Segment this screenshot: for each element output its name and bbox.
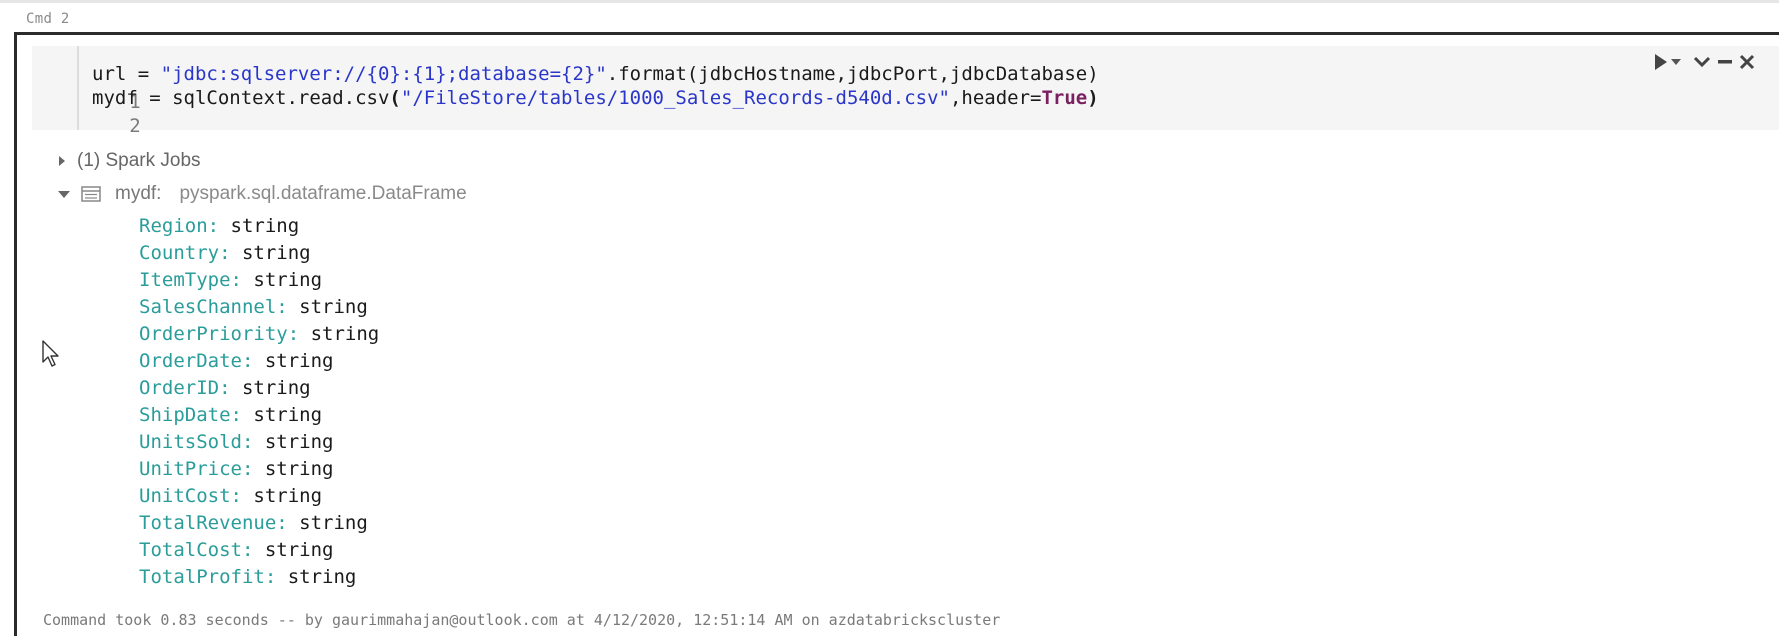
dataframe-toggle[interactable]: mydf: pyspark.sql.dataframe.DataFrame — [57, 181, 467, 207]
field-separator: : — [207, 215, 231, 237]
field-type: string — [253, 485, 323, 507]
field-separator: : — [219, 377, 242, 399]
command-label: Cmd 2 — [26, 11, 70, 27]
schema-field: TotalRevenue: string — [139, 510, 379, 537]
table-icon — [81, 186, 101, 202]
field-name: SalesChannel — [139, 296, 277, 318]
field-name: OrderID — [139, 377, 220, 399]
triangle-right-icon — [59, 156, 65, 166]
cell-toolbar — [1653, 49, 1755, 75]
mouse-pointer-icon — [42, 340, 59, 367]
dataframe-type: pyspark.sql.dataframe.DataFrame — [179, 183, 467, 204]
field-name: Country — [139, 242, 220, 264]
field-separator: : — [230, 269, 254, 291]
field-type: string — [287, 566, 357, 588]
schema-field: OrderPriority: string — [139, 321, 379, 348]
code-editor[interactable]: 1 url = "jdbc:sqlserver://{0}:{1};databa… — [32, 46, 1779, 137]
code-line-2[interactable]: 2 mydf = sqlContext.read.csv("/FileStore… — [32, 84, 1099, 137]
play-icon — [1655, 54, 1667, 70]
code-text[interactable]: mydf = sqlContext.read.csv("/FileStore/t… — [92, 84, 1099, 112]
collapse-cell-button[interactable] — [1693, 55, 1711, 69]
line-number: 2 — [129, 115, 141, 137]
notebook-cell[interactable]: 1 url = "jdbc:sqlserver://{0}:{1};databa… — [14, 32, 1779, 636]
minimize-cell-button[interactable] — [1717, 55, 1733, 69]
field-name: TotalCost — [139, 539, 242, 561]
field-name: ShipDate — [139, 404, 231, 426]
field-separator: : — [241, 539, 265, 561]
field-name: OrderDate — [139, 350, 242, 372]
schema-field: ItemType: string — [139, 267, 379, 294]
field-type: string — [241, 377, 311, 399]
schema-field: TotalProfit: string — [139, 564, 379, 591]
code-token: ( — [389, 87, 401, 109]
dataframe-name: mydf: — [115, 183, 162, 204]
schema-field: Region: string — [139, 213, 379, 240]
code-token: "jdbc:sqlserver://{0}:{1};database={2}" — [160, 63, 607, 85]
field-separator: : — [264, 566, 288, 588]
code-token: ) — [1087, 87, 1099, 109]
code-token: ,header= — [949, 87, 1042, 109]
chevron-down-icon — [1693, 56, 1711, 68]
field-type: string — [241, 242, 311, 264]
code-token: .format(jdbcHostname,jdbcPort,jdbcDataba… — [606, 63, 1099, 85]
run-cell-button[interactable] — [1653, 53, 1681, 71]
field-type: string — [230, 215, 300, 237]
schema-field: SalesChannel: string — [139, 294, 379, 321]
field-separator: : — [276, 296, 300, 318]
field-separator: : — [276, 512, 300, 534]
field-type: string — [264, 458, 334, 480]
top-divider — [0, 0, 1779, 3]
field-name: UnitCost — [139, 485, 231, 507]
code-token: mydf = sqlContext.read.csv — [92, 87, 390, 109]
code-token: "/FileStore/tables/1000_Sales_Records-d5… — [400, 87, 950, 109]
field-type: string — [299, 512, 368, 534]
schema-field: UnitCost: string — [139, 483, 379, 510]
minus-icon — [1718, 60, 1732, 64]
field-separator: : — [287, 323, 311, 345]
caret-down-icon — [1671, 59, 1681, 65]
code-token: True — [1041, 87, 1088, 109]
command-status: Command took 0.83 seconds -- by gaurimma… — [43, 611, 1001, 629]
schema-field: TotalCost: string — [139, 537, 379, 564]
field-type: string — [299, 296, 368, 318]
field-name: OrderPriority — [139, 323, 288, 345]
field-separator: : — [219, 242, 242, 264]
field-name: Region — [139, 215, 208, 237]
field-name: ItemType — [139, 269, 231, 291]
field-name: UnitsSold — [139, 431, 242, 453]
field-name: TotalProfit — [139, 566, 265, 588]
field-type: string — [310, 323, 380, 345]
code-token: url = — [92, 63, 161, 85]
field-name: UnitPrice — [139, 458, 242, 480]
field-type: string — [264, 350, 334, 372]
triangle-down-icon — [58, 191, 70, 198]
field-type: string — [264, 539, 334, 561]
schema-field: OrderDate: string — [139, 348, 379, 375]
schema-field: ShipDate: string — [139, 402, 379, 429]
field-separator: : — [230, 485, 254, 507]
delete-cell-button[interactable] — [1739, 54, 1755, 70]
spark-jobs-toggle[interactable]: (1) Spark Jobs — [57, 148, 201, 174]
schema-field: UnitPrice: string — [139, 456, 379, 483]
schema-field: Country: string — [139, 240, 379, 267]
schema-field: OrderID: string — [139, 375, 379, 402]
field-name: TotalRevenue — [139, 512, 277, 534]
schema-field: UnitsSold: string — [139, 429, 379, 456]
spark-jobs-label: (1) Spark Jobs — [77, 150, 201, 171]
field-separator: : — [241, 350, 265, 372]
field-separator: : — [230, 404, 254, 426]
field-type: string — [253, 404, 323, 426]
field-separator: : — [241, 458, 265, 480]
field-separator: : — [241, 431, 265, 453]
field-type: string — [253, 269, 323, 291]
schema-list: Region: string Country: string ItemType: s… — [139, 213, 379, 591]
field-type: string — [264, 431, 334, 453]
close-icon — [1739, 54, 1755, 70]
